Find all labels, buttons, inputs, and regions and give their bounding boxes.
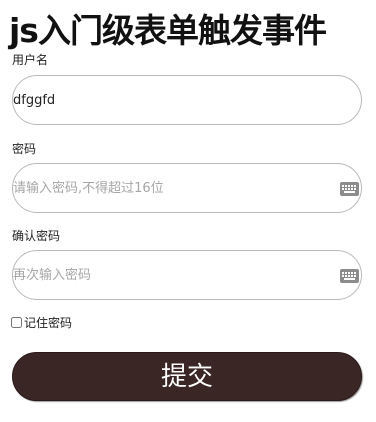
remember-password-row[interactable]: 记住密码 [11,314,72,330]
password-label: 密码 [12,142,37,156]
username-label: 用户名 [12,53,49,67]
password-input[interactable] [13,164,333,212]
username-input[interactable] [13,76,333,124]
confirm-password-field-container [12,250,362,300]
confirm-password-label: 确认密码 [12,229,61,243]
submit-button[interactable]: 提交 [12,352,362,401]
remember-password-label: 记住密码 [24,315,73,330]
password-field-container [12,163,362,213]
username-field-container [12,75,362,125]
page-title: js入门级表单触发事件 [9,11,327,50]
remember-password-checkbox[interactable] [11,316,22,328]
keyboard-icon[interactable] [340,269,359,283]
confirm-password-input[interactable] [13,251,333,299]
keyboard-icon[interactable] [340,182,359,196]
